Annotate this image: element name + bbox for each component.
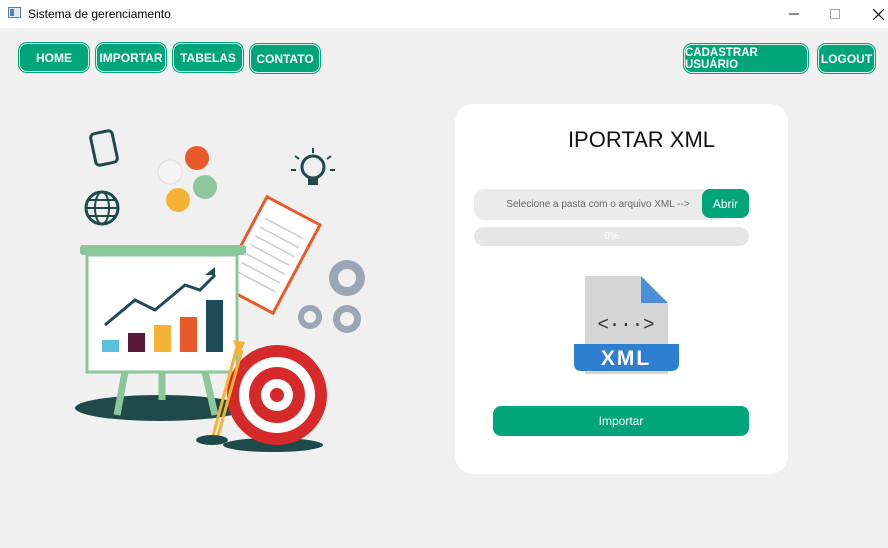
- progress-bar: 0%: [474, 227, 749, 246]
- analytics-illustration: [75, 129, 365, 452]
- close-button[interactable]: [856, 0, 888, 28]
- minimize-button[interactable]: [772, 0, 816, 28]
- nav-home-button[interactable]: HOME: [19, 43, 89, 72]
- register-user-button[interactable]: CADASTRAR USUÁRIO: [684, 44, 808, 73]
- close-icon: [872, 8, 884, 20]
- nav-importar-button[interactable]: IMPORTAR: [96, 43, 166, 72]
- window-titlebar: Sistema de gerenciamento: [0, 0, 888, 28]
- import-button[interactable]: Importar: [493, 406, 749, 436]
- nav-tabelas-button[interactable]: TABELAS: [173, 43, 243, 72]
- window-title: Sistema de gerenciamento: [28, 7, 171, 21]
- import-xml-card: IPORTAR XML Abrir 0% <···> XML Importar: [455, 104, 788, 474]
- maximize-icon: [830, 9, 840, 19]
- minimize-icon: [789, 13, 799, 15]
- xml-folder-input[interactable]: [474, 189, 722, 220]
- progress-text: 0%: [604, 231, 619, 242]
- nav-contato-button[interactable]: CONTATO: [250, 44, 320, 73]
- xml-file-icon: <···> XML: [574, 276, 679, 374]
- maximize-button[interactable]: [813, 0, 857, 28]
- xml-code-glyph: <···>: [597, 314, 654, 336]
- open-button[interactable]: Abrir: [702, 189, 749, 218]
- app-icon: [8, 7, 21, 18]
- card-title: IPORTAR XML: [567, 127, 716, 152]
- logout-button[interactable]: LOGOUT: [818, 44, 875, 73]
- xml-label: XML: [601, 347, 651, 370]
